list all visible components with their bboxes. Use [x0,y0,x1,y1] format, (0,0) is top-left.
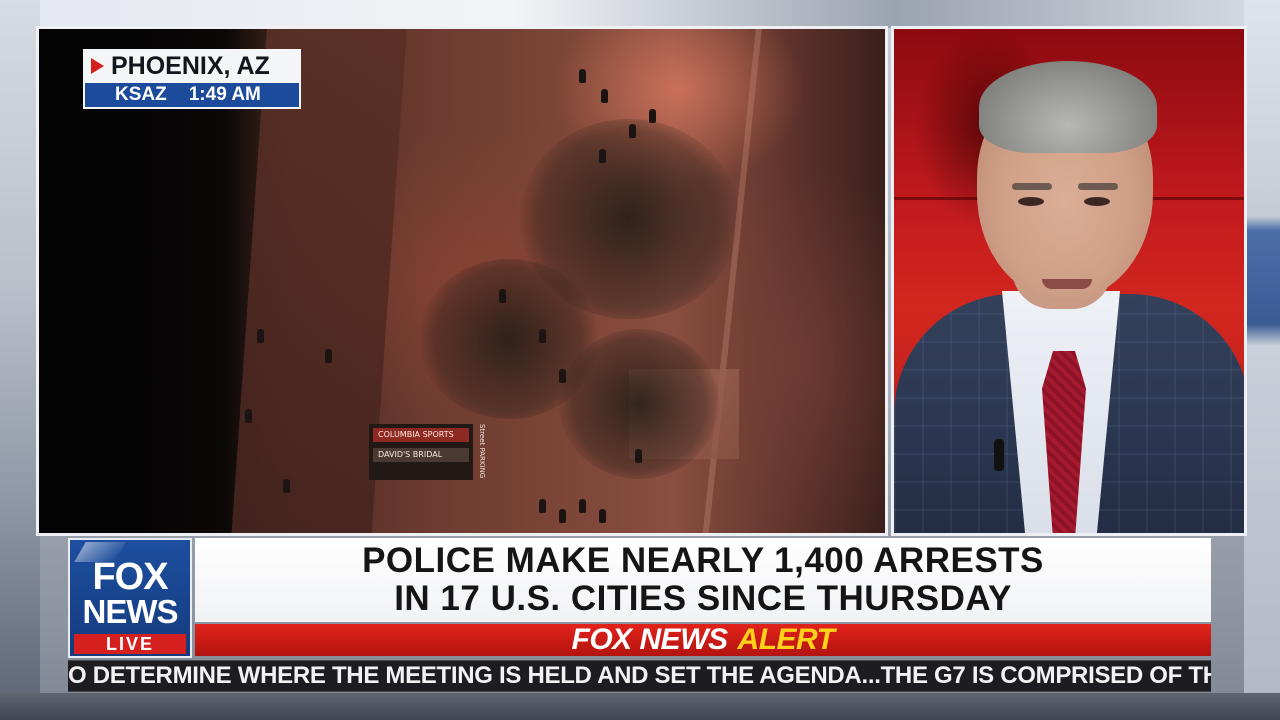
pedestrian [579,69,586,83]
studio-background-right [1244,0,1280,720]
ticker-item: THE G7 IS COMPRISED OF THE U.S., [880,662,1211,689]
pedestrian [283,479,290,493]
pedestrian [649,109,656,123]
fox-news-alert-bar: FOX NEWS ALERT [195,623,1211,656]
pedestrian [559,509,566,523]
locator-city-bar: PHOENIX, AZ [83,49,301,83]
lapel-mic-icon [994,439,1004,471]
locator-station-bar: KSAZ 1:49 AM [83,83,301,109]
pedestrian [599,509,606,523]
anchor-hair [979,61,1157,153]
anchor-eye [1018,197,1044,206]
lower-third: FOX NEWS LIVE POLICE MAKE NEARLY 1,400 A… [68,538,1211,658]
anchor-eyebrow [1078,183,1118,190]
pedestrian [599,149,606,163]
pedestrian [245,409,252,423]
anchor-eye [1084,197,1110,206]
store-sign-davids-bridal: DAVID'S BRIDAL [373,448,469,462]
aerial-video-panel: COLUMBIA SPORTS DAVID'S BRIDAL Street PA… [36,26,888,536]
pedestrian [257,329,264,343]
play-triangle-icon [91,58,104,74]
pedestrian [579,499,586,513]
store-sign-columbia: COLUMBIA SPORTS [373,428,469,442]
news-ticker: O DETERMINE WHERE THE MEETING IS HELD AN… [68,660,1211,692]
anchor-mouth [1042,279,1092,289]
alert-brand: FOX NEWS [571,623,729,656]
location-locator: PHOENIX, AZ KSAZ 1:49 AM [83,49,301,111]
storefront-signs: COLUMBIA SPORTS DAVID'S BRIDAL Street PA… [369,424,486,480]
headline-banner: POLICE MAKE NEARLY 1,400 ARRESTS IN 17 U… [195,538,1211,622]
pedestrian [325,349,332,363]
pedestrian [559,369,566,383]
logo-live-badge: LIVE [74,634,186,654]
fox-news-live-logo: FOX NEWS LIVE [68,538,192,658]
studio-background-left [0,0,40,720]
logo-news-text: NEWS [82,593,179,630]
headline-line-1: POLICE MAKE NEARLY 1,400 ARRESTS [362,541,1044,580]
locator-station: KSAZ [115,84,167,105]
pedestrian [499,289,506,303]
alert-word: ALERT [737,623,835,656]
parking-sign: Street PARKING [478,424,486,479]
studio-background-top [0,0,1280,28]
studio-floor [0,693,1280,720]
news-anchor [894,29,1244,533]
logo-fox-text: FOX [92,556,168,598]
anchor-video-panel [891,26,1247,536]
pedestrian [539,329,546,343]
pedestrian [635,449,642,463]
pedestrian [601,89,608,103]
pedestrian [539,499,546,513]
headline-line-2: IN 17 U.S. CITIES SINCE THURSDAY [394,579,1012,618]
ticker-item: O DETERMINE WHERE THE MEETING IS HELD AN… [68,662,881,689]
locator-city: PHOENIX, AZ [111,51,270,80]
pedestrian [629,124,636,138]
locator-time: 1:49 AM [188,84,261,105]
anchor-eyebrow [1012,183,1052,190]
